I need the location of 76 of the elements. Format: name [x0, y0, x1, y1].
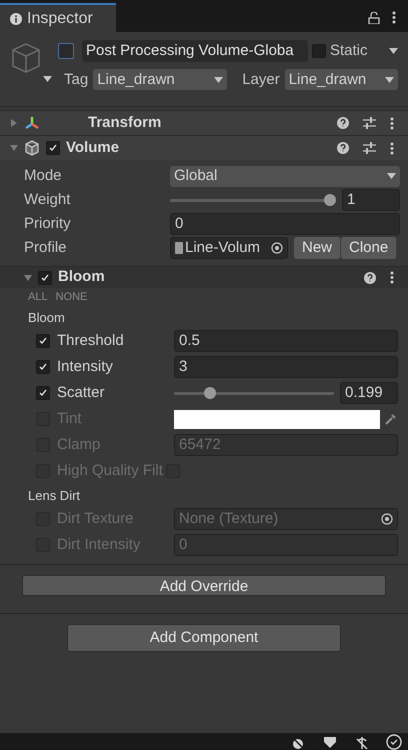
component-header[interactable]: Transform [0, 110, 408, 135]
checkbox[interactable] [36, 360, 50, 374]
more-icon[interactable] [392, 11, 396, 24]
info-icon [10, 12, 22, 24]
dropdown-arrow-icon [387, 173, 396, 179]
number-field[interactable]: 0.199 [340, 382, 398, 404]
mode-dropdown[interactable]: Global [170, 166, 400, 186]
color-swatch[interactable] [174, 410, 380, 428]
slider-thumb[interactable] [204, 387, 216, 399]
dropdown-arrow-icon [214, 76, 224, 83]
number-field[interactable]: 1 [342, 189, 400, 211]
dropdown-arrow-icon [43, 76, 52, 82]
check-icon [40, 272, 50, 282]
more-icon[interactable] [390, 116, 394, 130]
caret-icon[interactable] [10, 119, 18, 127]
group-label: Bloom [28, 309, 66, 328]
sliders-icon[interactable] [363, 117, 376, 129]
check-icon [38, 388, 48, 398]
checkbox[interactable] [312, 44, 326, 58]
tag-label: Tag [63, 70, 88, 90]
field-label: Mode [24, 166, 63, 186]
group-label: Lens Dirt [28, 487, 82, 506]
slider[interactable] [174, 386, 334, 400]
sliders-icon[interactable] [363, 142, 376, 154]
field-label: Priority [24, 214, 72, 234]
checkbox[interactable] [36, 334, 50, 348]
shield-icon[interactable] [322, 734, 338, 748]
none-link[interactable]: NONE [56, 288, 88, 306]
lock-icon[interactable] [368, 12, 380, 24]
checkbox[interactable] [38, 270, 52, 284]
help-icon[interactable] [337, 117, 349, 129]
property-label: Scatter [56, 382, 106, 403]
dropdown-arrow-icon [385, 76, 394, 83]
field-label: Weight [24, 190, 72, 210]
property-label: Threshold [56, 330, 125, 351]
name-field[interactable]: Post Processing Volume-Globa [82, 40, 308, 62]
axes-icon [24, 116, 40, 130]
help-icon[interactable] [337, 142, 349, 154]
tag-dropdown[interactable]: Line_drawn [93, 69, 228, 90]
layer-label: Layer [242, 70, 280, 90]
object-field[interactable]: Line-Volum [170, 237, 288, 259]
caret-icon[interactable] [10, 144, 18, 152]
more-icon[interactable] [390, 271, 394, 284]
profile-button[interactable]: New [294, 237, 342, 259]
layer-dropdown[interactable]: Line_drawn [284, 69, 398, 90]
inspector-tab[interactable]: Inspector [0, 3, 116, 32]
profile-button[interactable]: Clone [341, 237, 398, 259]
checkbox[interactable] [46, 141, 60, 155]
component-header[interactable]: Volume [0, 135, 408, 160]
field-label: Profile [24, 238, 68, 258]
more-icon[interactable] [390, 142, 394, 154]
asset-icon [175, 242, 183, 254]
number-field[interactable]: 3 [174, 356, 398, 378]
add-component-button[interactable]: Add Component [67, 624, 341, 652]
property-label: Intensity [56, 356, 114, 377]
cube-icon [24, 140, 40, 156]
dropdown-arrow-icon [389, 48, 398, 54]
help-icon[interactable] [364, 272, 376, 284]
check-circle-icon[interactable] [386, 734, 402, 750]
caret-icon[interactable] [24, 274, 32, 282]
slider-thumb[interactable] [324, 194, 336, 206]
check-icon [48, 143, 58, 153]
add-override-button[interactable]: Add Override [22, 575, 386, 596]
number-field[interactable]: 0 [170, 213, 400, 235]
all-link[interactable]: ALL [28, 288, 48, 306]
check-icon [38, 336, 48, 346]
checkbox[interactable] [36, 386, 50, 400]
number-field[interactable]: 0.5 [174, 330, 398, 352]
static-label: Static [330, 41, 369, 61]
eyedropper-icon[interactable] [384, 412, 398, 426]
override-header[interactable]: Bloom [0, 266, 408, 288]
slider[interactable] [170, 193, 336, 207]
target-icon[interactable] [271, 242, 283, 254]
check-icon [38, 362, 48, 372]
active-checkbox[interactable] [58, 43, 74, 60]
target-icon[interactable] [381, 513, 393, 525]
